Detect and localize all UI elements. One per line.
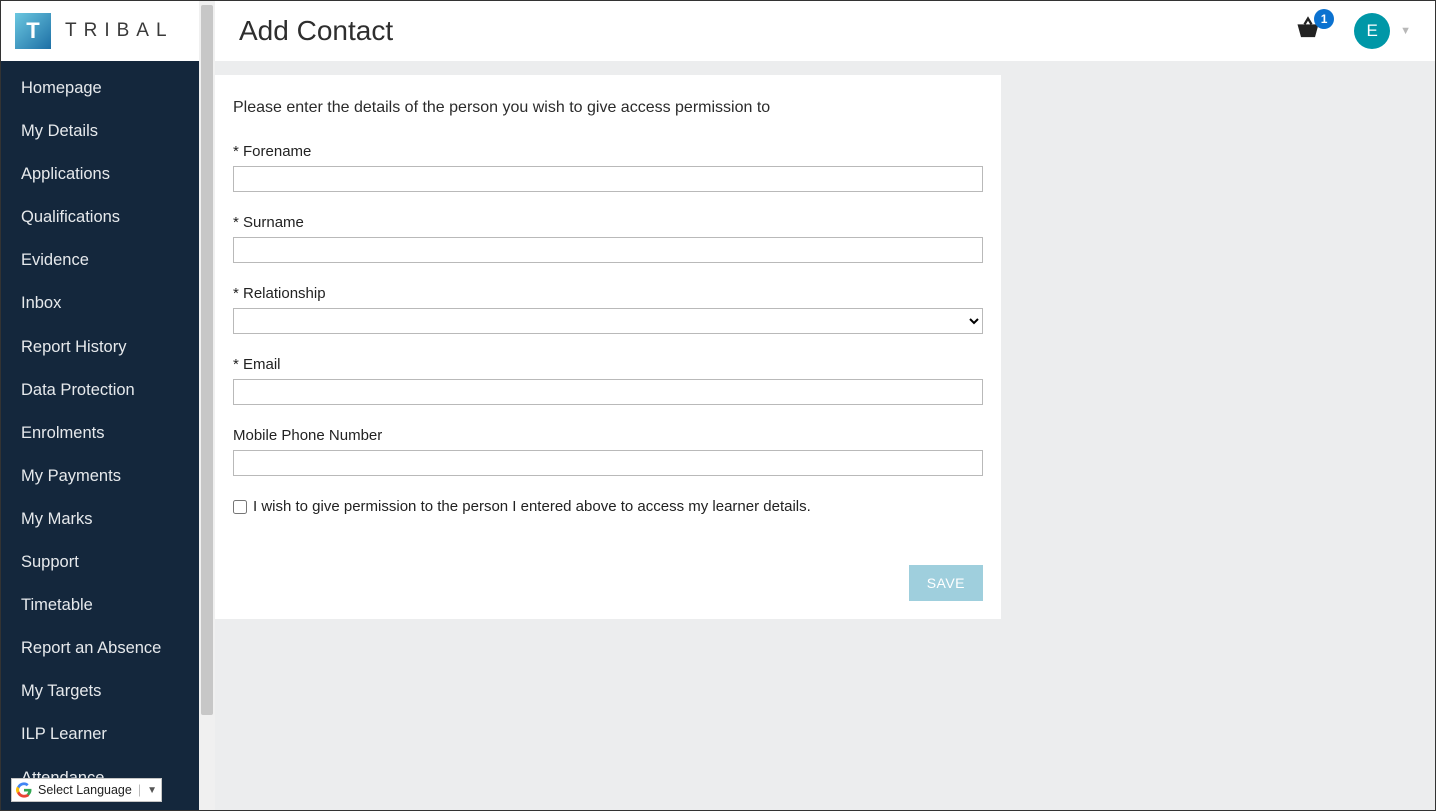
- forename-input[interactable]: [233, 166, 983, 192]
- consent-checkbox[interactable]: [233, 500, 247, 514]
- brand-badge: T: [15, 13, 51, 49]
- mobile-input[interactable]: [233, 450, 983, 476]
- sidebar-item-timetable[interactable]: Timetable: [1, 584, 199, 627]
- sidebar-item-data-protection[interactable]: Data Protection: [1, 369, 199, 412]
- sidebar-item-qualifications[interactable]: Qualifications: [1, 196, 199, 239]
- sidebar-item-homepage[interactable]: Homepage: [1, 67, 199, 110]
- surname-label: * Surname: [233, 214, 983, 231]
- google-translate-icon: [16, 782, 32, 798]
- relationship-select[interactable]: [233, 308, 983, 334]
- email-label: * Email: [233, 356, 983, 373]
- sidebar-item-my-marks[interactable]: My Marks: [1, 498, 199, 541]
- user-avatar[interactable]: E: [1354, 13, 1390, 49]
- save-button[interactable]: SAVE: [909, 565, 983, 601]
- sidebar-item-evidence[interactable]: Evidence: [1, 239, 199, 282]
- sidebar-item-my-targets[interactable]: My Targets: [1, 670, 199, 713]
- sidebar-item-report-history[interactable]: Report History: [1, 326, 199, 369]
- page-title: Add Contact: [239, 15, 393, 47]
- sidebar-item-report-absence[interactable]: Report an Absence: [1, 627, 199, 670]
- surname-input[interactable]: [233, 237, 983, 263]
- basket-icon: [1294, 30, 1322, 47]
- chevron-down-icon: ▼: [147, 785, 157, 796]
- basket-button[interactable]: 1: [1294, 15, 1322, 47]
- sidebar-item-applications[interactable]: Applications: [1, 153, 199, 196]
- instruction-text: Please enter the details of the person y…: [233, 99, 983, 117]
- forename-label: * Forename: [233, 143, 983, 160]
- add-contact-card: Please enter the details of the person y…: [215, 75, 1001, 619]
- language-selector-label: Select Language: [38, 783, 132, 797]
- brand-logo[interactable]: T TRIBAL: [1, 1, 199, 61]
- chevron-down-icon[interactable]: ▼: [1400, 25, 1411, 37]
- sidebar-item-my-details[interactable]: My Details: [1, 110, 199, 153]
- basket-badge: 1: [1314, 9, 1334, 29]
- mobile-label: Mobile Phone Number: [233, 427, 983, 444]
- sidebar-item-inbox[interactable]: Inbox: [1, 282, 199, 325]
- brand-name: TRIBAL: [65, 20, 174, 42]
- divider: |: [138, 783, 141, 797]
- consent-label: I wish to give permission to the person …: [253, 498, 811, 515]
- sidebar-scrollbar[interactable]: [199, 1, 215, 810]
- sidebar-item-ilp-learner[interactable]: ILP Learner: [1, 713, 199, 756]
- topbar: Add Contact 1 E ▼: [215, 1, 1435, 61]
- sidebar-item-enrolments[interactable]: Enrolments: [1, 412, 199, 455]
- relationship-label: * Relationship: [233, 285, 983, 302]
- sidebar-item-support[interactable]: Support: [1, 541, 199, 584]
- email-input[interactable]: [233, 379, 983, 405]
- sidebar-nav: Homepage My Details Applications Qualifi…: [1, 61, 199, 810]
- sidebar-item-my-payments[interactable]: My Payments: [1, 455, 199, 498]
- language-selector[interactable]: Select Language | ▼: [11, 778, 162, 802]
